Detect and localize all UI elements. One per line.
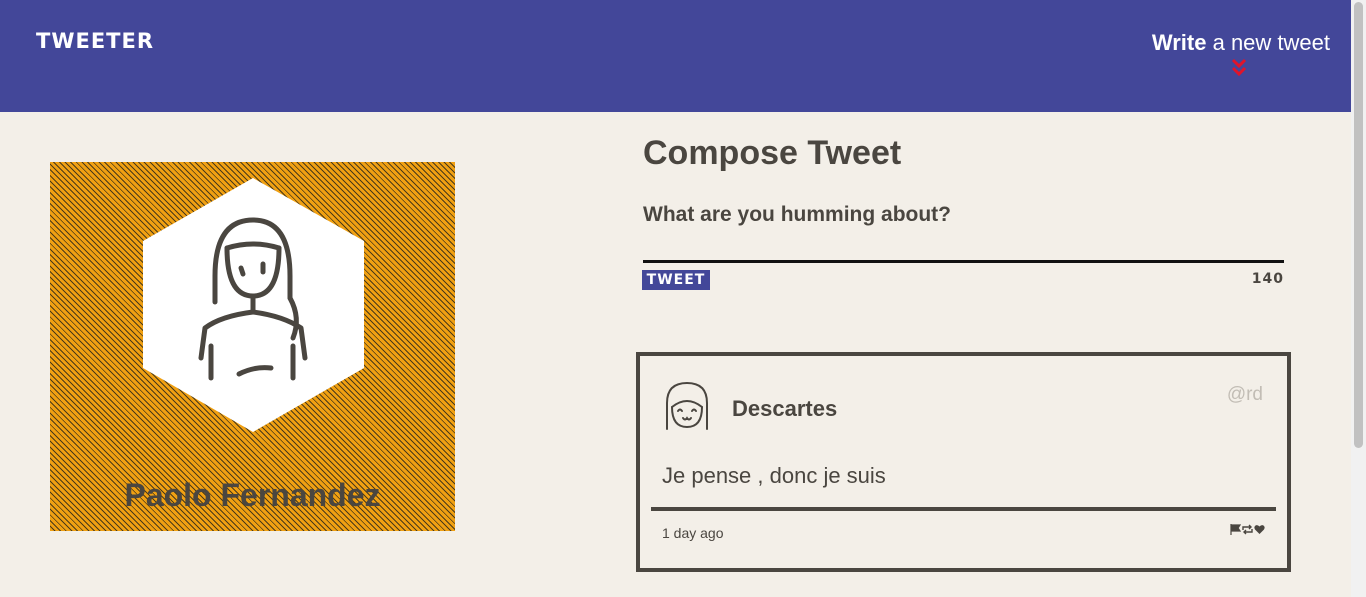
compose-title: Compose Tweet xyxy=(643,134,902,172)
tweet-divider xyxy=(651,507,1276,511)
tweet-content: Je pense , donc je suis xyxy=(662,463,886,488)
navbar: TWEETER Write a new tweet xyxy=(0,0,1351,112)
write-new-tweet-toggle[interactable]: Write a new tweet xyxy=(1151,30,1330,77)
avatar xyxy=(143,178,364,432)
heart-icon[interactable] xyxy=(1254,522,1265,540)
tweet-actions xyxy=(1230,522,1265,540)
write-label-bold: Write xyxy=(1151,30,1207,55)
tweet-avatar xyxy=(666,381,708,430)
profile-banner: Paolo Fernandez xyxy=(50,162,455,531)
tweet-author: Descartes xyxy=(732,396,838,421)
flag-icon[interactable] xyxy=(1230,522,1242,540)
profile-name: Paolo Fernandez xyxy=(124,477,381,513)
character-counter: 140 xyxy=(1251,271,1284,287)
tweet-submit-button[interactable]: TWEET xyxy=(642,270,710,290)
tweet-card: Descartes @rd Je pense , donc je suis 1 … xyxy=(636,352,1291,572)
scrollbar-thumb[interactable] xyxy=(1354,2,1363,448)
tweet-timestamp: 1 day ago xyxy=(662,525,724,541)
retweet-icon[interactable] xyxy=(1242,522,1253,540)
write-label-rest: a new tweet xyxy=(1206,30,1330,55)
double-chevron-down-icon xyxy=(1231,58,1246,77)
tweet-textarea[interactable] xyxy=(643,203,1284,263)
tweet-handle: @rd xyxy=(1226,384,1263,405)
brand-logo[interactable]: TWEETER xyxy=(36,29,154,53)
scrollbar[interactable] xyxy=(1351,0,1366,597)
